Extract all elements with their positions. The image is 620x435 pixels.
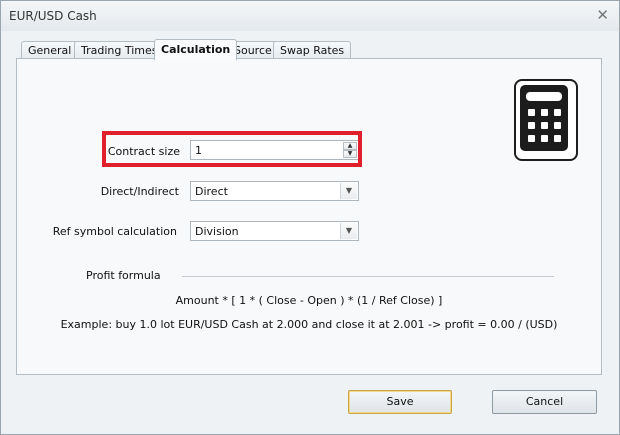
ref-symbol-calc-value: Division <box>195 225 239 238</box>
dialog-window: EUR/USD Cash ✕ General Trading Times Cal… <box>0 0 620 435</box>
ref-symbol-calc-dropdown[interactable]: Division ▼ <box>190 221 359 241</box>
tab-swap-rates[interactable]: Swap Rates <box>273 41 352 59</box>
calculation-panel: Contract size 1 ▲ ▼ Direct/Indirect Dire… <box>16 58 602 375</box>
direct-indirect-value: Direct <box>195 185 228 198</box>
tab-trading-times[interactable]: Trading Times <box>74 41 165 59</box>
ref-symbol-calc-label: Ref symbol calculation <box>52 225 177 238</box>
tab-calculation[interactable]: Calculation <box>154 39 238 60</box>
chevron-down-icon[interactable]: ▼ <box>340 183 357 199</box>
divider <box>182 276 554 277</box>
direct-indirect-label: Direct/Indirect <box>100 185 179 198</box>
profit-formula-heading: Profit formula <box>86 269 161 282</box>
profit-example-text: Example: buy 1.0 lot EUR/USD Cash at 2.0… <box>60 318 558 331</box>
save-button[interactable]: Save <box>348 390 452 414</box>
close-icon[interactable]: ✕ <box>596 6 609 24</box>
window-title: EUR/USD Cash <box>9 9 97 23</box>
highlight-box <box>102 131 362 167</box>
chevron-down-icon[interactable]: ▼ <box>340 223 357 239</box>
direct-indirect-dropdown[interactable]: Direct ▼ <box>190 181 359 201</box>
tab-general[interactable]: General <box>21 41 79 59</box>
cancel-button[interactable]: Cancel <box>492 390 597 414</box>
calculator-icon <box>514 79 578 161</box>
profit-formula-text: Amount * [ 1 * ( Close - Open ) * (1 / R… <box>175 294 443 307</box>
title-bar: EUR/USD Cash ✕ <box>1 1 619 31</box>
